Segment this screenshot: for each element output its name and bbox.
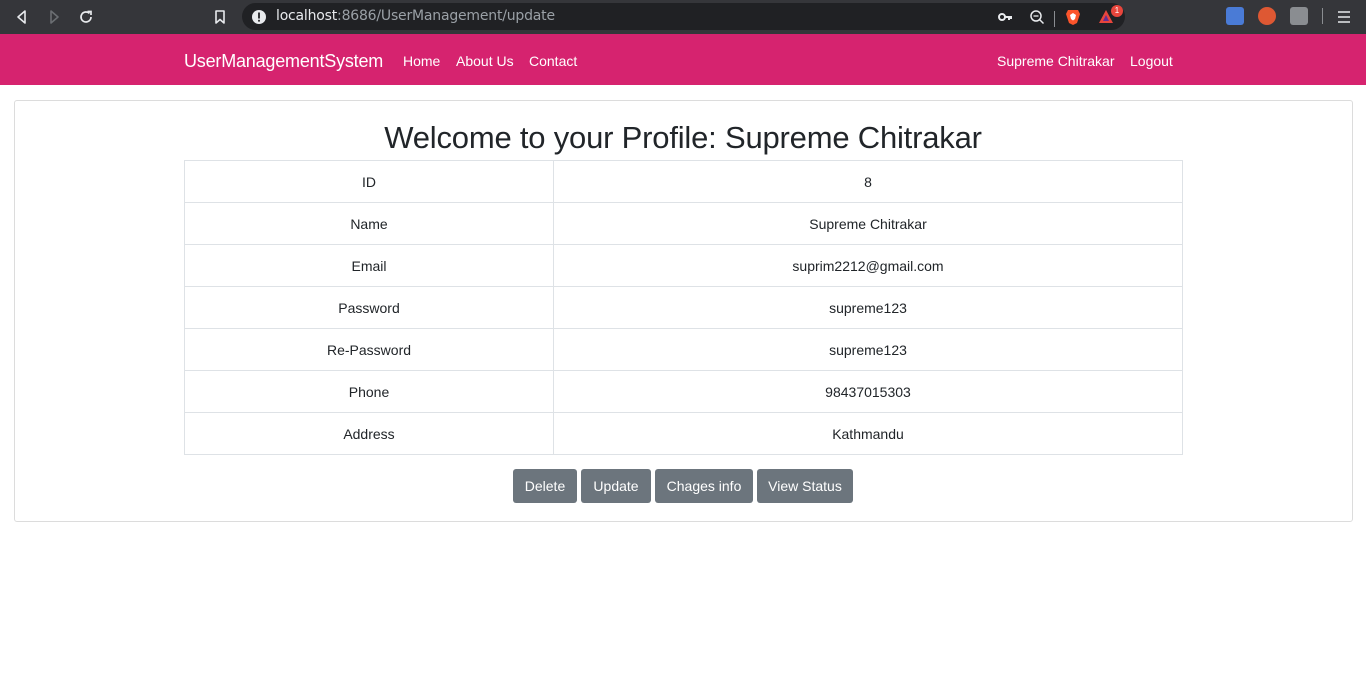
row-value-phone: 98437015303 [553, 370, 1183, 413]
nav-link-contact[interactable]: Contact [529, 53, 577, 69]
delete-button[interactable]: Delete [513, 469, 577, 503]
row-label-password: Password [184, 286, 554, 329]
bookmark-icon[interactable] [209, 6, 231, 28]
update-button[interactable]: Update [581, 469, 651, 503]
extensions-icon[interactable] [1290, 7, 1308, 25]
table-row: Re-Password supreme123 [184, 328, 1183, 371]
profile-table: ID 8 Name Supreme Chitrakar Email suprim… [184, 160, 1183, 455]
page-title: Welcome to your Profile: Supreme Chitrak… [384, 120, 982, 155]
table-row: Email suprim2212@gmail.com [184, 244, 1183, 287]
table-row: ID 8 [184, 160, 1183, 203]
nav-link-home[interactable]: Home [403, 53, 440, 69]
translate-extension-icon[interactable] [1226, 7, 1244, 25]
reload-icon[interactable] [75, 6, 97, 28]
row-value-password: supreme123 [553, 286, 1183, 329]
zoom-icon[interactable] [1028, 8, 1046, 26]
table-row: Phone 98437015303 [184, 370, 1183, 413]
url-host: localhost [276, 8, 338, 24]
row-label-email: Email [184, 244, 554, 287]
row-label-name: Name [184, 202, 554, 245]
browser-toolbar: localhost:8686/UserManagement/update 1 [0, 0, 1366, 34]
nav-link-about-us[interactable]: About Us [456, 53, 514, 69]
address-bar[interactable]: localhost:8686/UserManagement/update [242, 3, 1125, 30]
omnibox-divider [1054, 11, 1055, 27]
forward-icon[interactable] [43, 6, 65, 28]
table-row: Password supreme123 [184, 286, 1183, 329]
toolbar-divider [1322, 8, 1323, 24]
row-value-re-password: supreme123 [553, 328, 1183, 371]
table-row: Name Supreme Chitrakar [184, 202, 1183, 245]
menu-icon[interactable] [1333, 6, 1355, 28]
duckduckgo-extension-icon[interactable] [1258, 7, 1276, 25]
logout-link[interactable]: Logout [1130, 53, 1173, 69]
navbar: UserManagementSystem Home About Us Conta… [0, 34, 1366, 85]
row-value-name: Supreme Chitrakar [553, 202, 1183, 245]
back-icon[interactable] [11, 6, 33, 28]
view-status-button[interactable]: View Status [757, 469, 853, 503]
row-label-id: ID [184, 160, 554, 203]
row-label-re-password: Re-Password [184, 328, 554, 371]
row-value-address: Kathmandu [553, 412, 1183, 455]
row-label-phone: Phone [184, 370, 554, 413]
info-icon[interactable] [250, 8, 268, 26]
notification-badge: 1 [1111, 5, 1123, 17]
nav-user-name[interactable]: Supreme Chitrakar [997, 53, 1115, 69]
table-row: Address Kathmandu [184, 412, 1183, 455]
row-value-email: suprim2212@gmail.com [553, 244, 1183, 287]
brave-shield-icon[interactable] [1064, 8, 1082, 26]
brand-link[interactable]: UserManagementSystem [184, 51, 383, 72]
url-text[interactable]: localhost:8686/UserManagement/update [276, 8, 555, 24]
url-path: :8686/UserManagement/update [337, 8, 555, 24]
key-icon[interactable] [996, 8, 1014, 26]
changes-info-button[interactable]: Chages info [655, 469, 753, 503]
row-label-address: Address [184, 412, 554, 455]
row-value-id: 8 [553, 160, 1183, 203]
